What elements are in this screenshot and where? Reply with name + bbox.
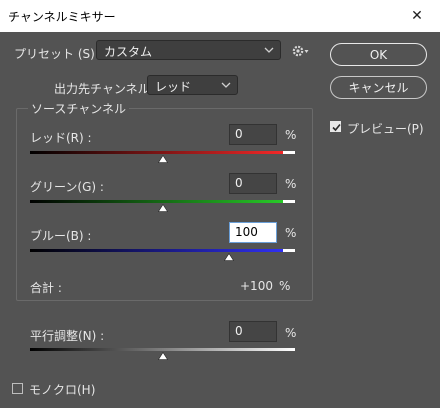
output-channel-label: 出力先チャンネル : <box>54 82 158 96</box>
source-channels-title: ソースチャンネル <box>28 100 130 117</box>
ok-button[interactable]: OK <box>330 43 427 66</box>
gear-icon[interactable] <box>291 44 311 58</box>
output-channel-dropdown[interactable]: レッド <box>147 75 238 95</box>
red-percent: % <box>285 128 297 142</box>
red-slider-track[interactable] <box>30 151 295 154</box>
constant-input[interactable]: 0 <box>229 321 277 342</box>
slider-thumb-icon[interactable] <box>157 352 168 360</box>
preset-dropdown[interactable]: カスタム <box>96 40 281 60</box>
total-percent: % <box>279 279 291 293</box>
constant-slider-track[interactable] <box>30 348 295 351</box>
chevron-down-icon <box>221 82 231 88</box>
total-value: +100 <box>240 279 273 293</box>
window-title: チャンネルミキサー <box>8 10 116 24</box>
preset-label: プリセット (S) : <box>14 47 103 61</box>
slider-thumb-icon[interactable] <box>157 155 168 163</box>
blue-slider-track[interactable] <box>30 249 295 252</box>
output-channel-value: レッド <box>155 80 192 94</box>
preset-value: カスタム <box>104 45 153 59</box>
constant-label: 平行調整(N) : <box>30 329 105 343</box>
slider-thumb-icon[interactable] <box>223 253 234 261</box>
red-label: レッド(R) : <box>30 131 92 145</box>
total-label: 合計 : <box>30 281 62 295</box>
red-input[interactable]: 0 <box>229 124 277 145</box>
close-icon[interactable]: ✕ <box>394 0 440 32</box>
slider-thumb-icon[interactable] <box>157 204 168 212</box>
blue-label: ブルー(B) : <box>30 229 92 243</box>
chevron-down-icon <box>264 47 274 53</box>
preview-checkbox[interactable] <box>330 121 341 132</box>
monochrome-label[interactable]: モノクロ(H) <box>29 381 95 398</box>
constant-percent: % <box>285 326 297 340</box>
monochrome-checkbox[interactable] <box>12 383 23 394</box>
green-percent: % <box>285 177 297 191</box>
green-slider-track[interactable] <box>30 200 295 203</box>
blue-input[interactable]: 100 <box>229 222 277 243</box>
green-label: グリーン(G) : <box>30 180 104 194</box>
checkmark-icon <box>332 123 341 132</box>
blue-percent: % <box>285 226 297 240</box>
cancel-button[interactable]: キャンセル <box>330 76 427 99</box>
green-input[interactable]: 0 <box>229 173 277 194</box>
title-bar: チャンネルミキサー ✕ <box>0 0 440 32</box>
preview-label[interactable]: プレビュー(P) <box>347 120 424 137</box>
